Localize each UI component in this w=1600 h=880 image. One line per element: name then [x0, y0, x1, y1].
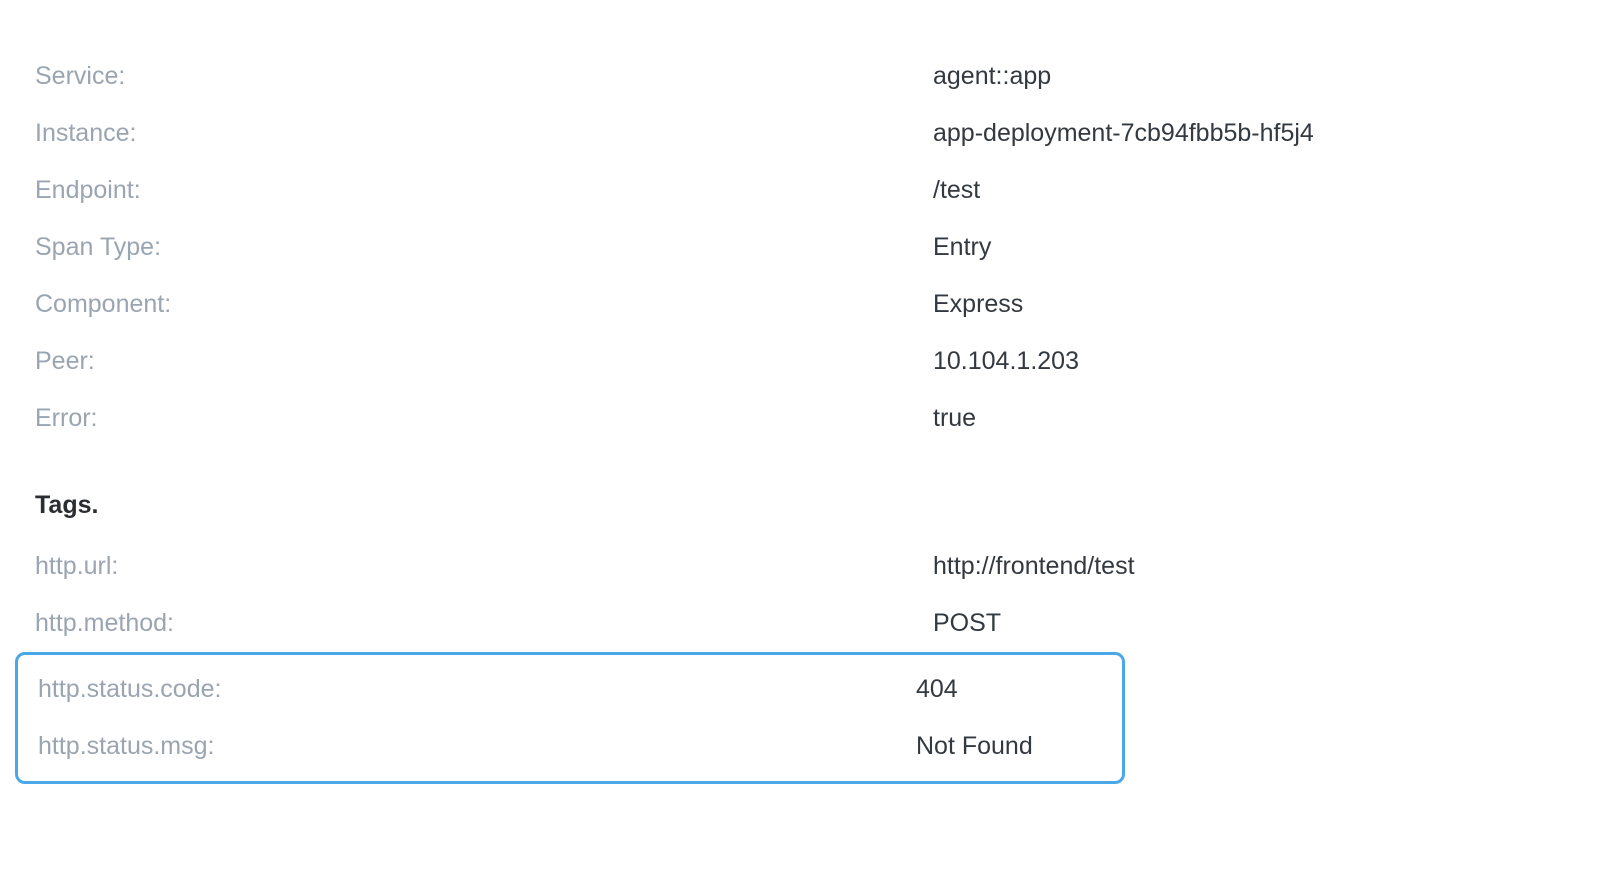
highlighted-status-rows: http.status.code: 404 http.status.msg: N…	[15, 652, 1125, 784]
row-endpoint: Endpoint: /test	[35, 162, 1565, 219]
label-instance: Instance:	[35, 119, 933, 148]
value-http-status-msg: Not Found	[916, 732, 1033, 761]
row-http-status-code: http.status.code: 404	[38, 661, 1102, 718]
value-span-type: Entry	[933, 233, 991, 262]
label-component: Component:	[35, 290, 933, 319]
label-http-url: http.url:	[35, 552, 933, 581]
label-span-type: Span Type:	[35, 233, 933, 262]
row-peer: Peer: 10.104.1.203	[35, 333, 1565, 390]
value-http-status-code: 404	[916, 675, 958, 704]
span-details: Service: agent::app Instance: app-deploy…	[35, 48, 1565, 784]
tags-heading: Tags.	[35, 477, 1565, 534]
row-span-type: Span Type: Entry	[35, 219, 1565, 276]
label-peer: Peer:	[35, 347, 933, 376]
value-error: true	[933, 404, 976, 433]
label-http-status-code: http.status.code:	[38, 675, 916, 704]
row-component: Component: Express	[35, 276, 1565, 333]
label-service: Service:	[35, 62, 933, 91]
value-service: agent::app	[933, 62, 1051, 91]
label-http-method: http.method:	[35, 609, 933, 638]
value-http-method: POST	[933, 609, 1001, 638]
row-http-method: http.method: POST	[35, 595, 1565, 652]
row-instance: Instance: app-deployment-7cb94fbb5b-hf5j…	[35, 105, 1565, 162]
value-component: Express	[933, 290, 1023, 319]
row-error: Error: true	[35, 390, 1565, 447]
value-instance: app-deployment-7cb94fbb5b-hf5j4	[933, 119, 1314, 148]
value-http-url: http://frontend/test	[933, 552, 1135, 581]
label-error: Error:	[35, 404, 933, 433]
row-service: Service: agent::app	[35, 48, 1565, 105]
value-peer: 10.104.1.203	[933, 347, 1079, 376]
value-endpoint: /test	[933, 176, 980, 205]
label-http-status-msg: http.status.msg:	[38, 732, 916, 761]
row-http-status-msg: http.status.msg: Not Found	[38, 718, 1102, 775]
label-endpoint: Endpoint:	[35, 176, 933, 205]
row-http-url: http.url: http://frontend/test	[35, 538, 1565, 595]
